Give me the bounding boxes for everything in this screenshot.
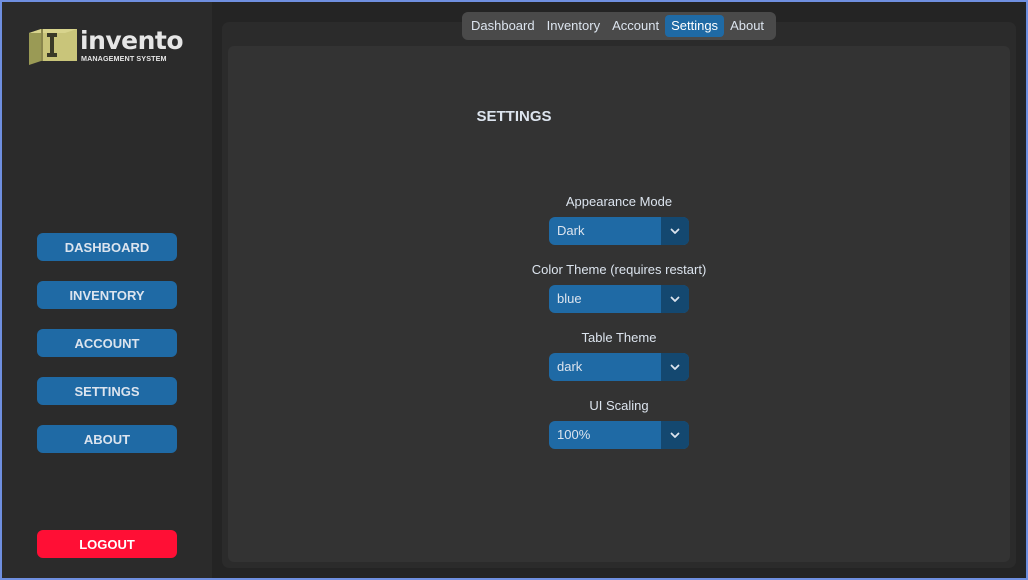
sidebar-account-button[interactable]: ACCOUNT — [37, 329, 177, 357]
logo-subtitle: MANAGEMENT SYSTEM — [81, 54, 167, 63]
appearance-mode-dropdown[interactable]: Dark — [549, 217, 689, 245]
appearance-mode-value: Dark — [557, 223, 585, 238]
chevron-down-icon[interactable] — [661, 421, 689, 449]
box-logo-icon — [29, 29, 77, 65]
sidebar-about-button[interactable]: ABOUT — [37, 425, 177, 453]
app-logo: invento MANAGEMENT SYSTEM — [27, 26, 192, 70]
ui-scaling-label: UI Scaling — [589, 398, 649, 413]
table-theme-label: Table Theme — [581, 330, 657, 345]
tab-settings[interactable]: Settings — [665, 15, 725, 37]
ui-scaling-value: 100% — [557, 427, 591, 442]
tab-bar: Dashboard Inventory Account Settings Abo… — [462, 12, 776, 40]
color-theme-value: blue — [557, 291, 582, 306]
tab-account[interactable]: Account — [606, 15, 665, 37]
page-title: SETTINGS — [476, 108, 552, 125]
tab-dashboard[interactable]: Dashboard — [465, 15, 541, 37]
logout-button[interactable]: LOGOUT — [37, 530, 177, 558]
color-theme-label: Color Theme (requires restart) — [531, 262, 707, 277]
table-theme-value: dark — [557, 359, 583, 374]
chevron-down-icon[interactable] — [661, 285, 689, 313]
ui-scaling-dropdown[interactable]: 100% — [549, 421, 689, 449]
chevron-down-icon[interactable] — [661, 353, 689, 381]
logo-wordmark: invento — [80, 26, 184, 55]
table-theme-dropdown[interactable]: dark — [549, 353, 689, 381]
color-theme-dropdown[interactable]: blue — [549, 285, 689, 313]
appearance-mode-label: Appearance Mode — [565, 194, 673, 209]
app-window: invento MANAGEMENT SYSTEM DASHBOARD INVE… — [2, 2, 1026, 578]
sidebar-inventory-button[interactable]: INVENTORY — [37, 281, 177, 309]
sidebar-dashboard-button[interactable]: DASHBOARD — [37, 233, 177, 261]
sidebar: invento MANAGEMENT SYSTEM DASHBOARD INVE… — [2, 2, 212, 578]
tab-about[interactable]: About — [724, 15, 770, 37]
sidebar-settings-button[interactable]: SETTINGS — [37, 377, 177, 405]
tab-inventory[interactable]: Inventory — [541, 15, 606, 37]
chevron-down-icon[interactable] — [661, 217, 689, 245]
